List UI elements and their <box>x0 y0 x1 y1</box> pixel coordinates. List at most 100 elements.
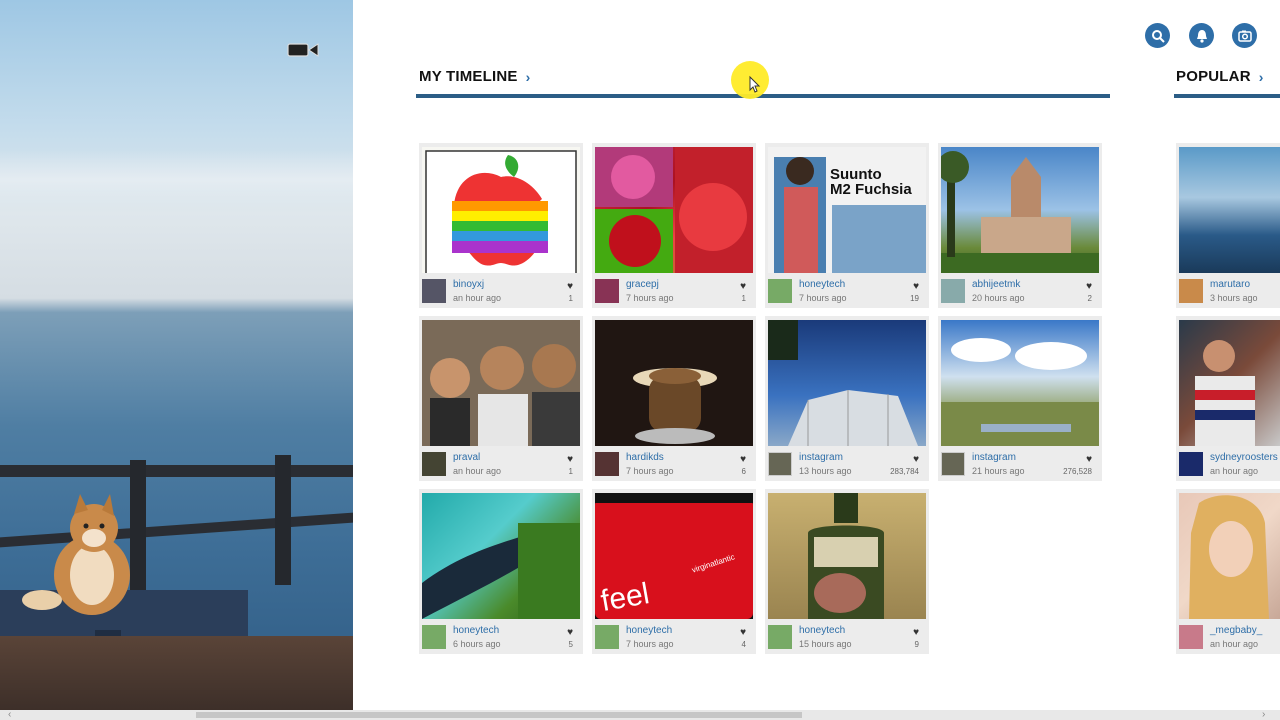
photo-card[interactable]: honeytech 6 hours ago ♥ 5 <box>419 489 583 654</box>
heart-icon[interactable]: ♥ <box>1086 281 1092 292</box>
popular-heading[interactable]: POPULAR › <box>1176 68 1264 85</box>
heart-icon[interactable]: ♥ <box>567 281 573 292</box>
photo-flowers[interactable] <box>595 147 753 273</box>
scroll-left-arrow[interactable]: ‹ <box>8 709 11 720</box>
camera-button[interactable] <box>1232 23 1257 48</box>
instagram-avatar[interactable] <box>941 452 965 476</box>
photo-red-bag[interactable]: virginatlantic feel <box>595 493 753 619</box>
scroll-right-arrow[interactable]: › <box>1262 709 1265 720</box>
cursor-highlight <box>731 61 769 99</box>
photo-grass-feet[interactable] <box>422 493 580 619</box>
search-button[interactable] <box>1145 23 1170 48</box>
heart-icon[interactable]: ♥ <box>740 627 746 638</box>
heart-icon[interactable]: ♥ <box>913 454 919 465</box>
heart-icon[interactable]: ♥ <box>913 281 919 292</box>
card-username[interactable]: marutaro <box>1210 279 1250 290</box>
photo-rugby[interactable] <box>1179 320 1280 446</box>
photo-apple-drawing[interactable] <box>422 147 580 273</box>
avatar[interactable] <box>1179 279 1203 303</box>
avatar[interactable] <box>595 279 619 303</box>
photo-card[interactable]: gracepj 7 hours ago ♥ 1 <box>592 143 756 308</box>
avatar[interactable] <box>768 279 792 303</box>
card-timestamp: an hour ago <box>1210 466 1259 476</box>
like-count: 1 <box>568 467 573 476</box>
popular-card[interactable]: _megbaby_ an hour ago <box>1176 489 1280 654</box>
hero-clouds <box>0 150 353 210</box>
avatar[interactable] <box>595 452 619 476</box>
photo-card[interactable]: Suunto M2 Fuchsia honeytech 7 hours ago … <box>765 143 929 308</box>
card-username[interactable]: _megbaby_ <box>1210 625 1262 636</box>
card-username[interactable]: instagram <box>972 452 1016 463</box>
my-timeline-title: MY TIMELINE <box>419 68 518 85</box>
photo-selfie-group[interactable] <box>422 320 580 446</box>
instagram-avatar[interactable] <box>768 452 792 476</box>
photo-card[interactable]: virginatlantic feel honeytech 7 hours ag… <box>592 489 756 654</box>
card-timestamp: 20 hours ago <box>972 293 1025 303</box>
photo-dessert[interactable] <box>595 320 753 446</box>
card-username[interactable]: binoyxj <box>453 279 484 290</box>
heart-icon[interactable]: ♥ <box>740 454 746 465</box>
card-timestamp: 7 hours ago <box>799 293 847 303</box>
avatar[interactable] <box>768 625 792 649</box>
photo-suunto-ad[interactable]: Suunto M2 Fuchsia <box>768 147 926 273</box>
card-timestamp: an hour ago <box>453 293 502 303</box>
photo-card[interactable]: instagram 13 hours ago ♥ 283,784 <box>765 316 929 481</box>
photo-card[interactable]: honeytech 15 hours ago ♥ 9 <box>765 489 929 654</box>
card-username[interactable]: hardikds <box>626 452 664 463</box>
card-username[interactable]: gracepj <box>626 279 659 290</box>
like-count: 6 <box>741 467 746 476</box>
card-username[interactable]: honeytech <box>799 625 845 636</box>
card-username[interactable]: honeytech <box>626 625 672 636</box>
fence-rail-top <box>0 465 353 477</box>
like-count: 1 <box>741 294 746 303</box>
bell-icon <box>1196 29 1207 43</box>
photo-card[interactable]: instagram 21 hours ago ♥ 276,528 <box>938 316 1102 481</box>
avatar[interactable] <box>1179 625 1203 649</box>
video-camera-icon[interactable] <box>287 42 319 58</box>
photo-bottle[interactable] <box>768 493 926 619</box>
notifications-button[interactable] <box>1189 23 1214 48</box>
wooden-deck <box>0 636 353 710</box>
avatar[interactable] <box>422 452 446 476</box>
avatar[interactable] <box>422 625 446 649</box>
photo-portrait[interactable] <box>1179 493 1280 619</box>
card-username[interactable]: honeytech <box>453 625 499 636</box>
photo-temple[interactable] <box>941 147 1099 273</box>
avatar[interactable] <box>595 625 619 649</box>
photo-landscape[interactable] <box>941 320 1099 446</box>
search-icon <box>1151 29 1165 43</box>
avatar[interactable] <box>1179 452 1203 476</box>
photo-structure[interactable] <box>768 320 926 446</box>
photo-sea[interactable] <box>1179 147 1280 273</box>
card-timestamp: 7 hours ago <box>626 466 674 476</box>
card-username[interactable]: honeytech <box>799 279 845 290</box>
heart-icon[interactable]: ♥ <box>567 627 573 638</box>
card-timestamp: 13 hours ago <box>799 466 852 476</box>
shiba-dog <box>22 494 130 615</box>
popular-underline <box>1174 94 1280 98</box>
mouse-pointer-icon <box>749 75 761 93</box>
heart-icon[interactable]: ♥ <box>1086 454 1092 465</box>
like-count: 276,528 <box>1063 467 1092 476</box>
card-username[interactable]: instagram <box>799 452 843 463</box>
photo-card[interactable]: praval an hour ago ♥ 1 <box>419 316 583 481</box>
card-username[interactable]: abhijeetmk <box>972 279 1020 290</box>
photo-card[interactable]: abhijeetmk 20 hours ago ♥ 2 <box>938 143 1102 308</box>
popular-card[interactable]: marutaro 3 hours ago <box>1176 143 1280 308</box>
photo-card[interactable]: hardikds 7 hours ago ♥ 6 <box>592 316 756 481</box>
photo-card[interactable]: binoyxj an hour ago ♥ 1 <box>419 143 583 308</box>
card-timestamp: an hour ago <box>1210 639 1259 649</box>
scrollbar-thumb[interactable] <box>196 712 802 718</box>
heart-icon[interactable]: ♥ <box>567 454 573 465</box>
popular-card[interactable]: sydneyroosters an hour ago <box>1176 316 1280 481</box>
heart-icon[interactable]: ♥ <box>913 627 919 638</box>
my-timeline-heading[interactable]: MY TIMELINE › <box>419 68 530 85</box>
heart-icon[interactable]: ♥ <box>740 281 746 292</box>
card-timestamp: 7 hours ago <box>626 293 674 303</box>
chevron-right-icon: › <box>525 68 531 85</box>
card-timestamp: 7 hours ago <box>626 639 674 649</box>
avatar[interactable] <box>422 279 446 303</box>
card-username[interactable]: sydneyroosters <box>1210 452 1278 463</box>
avatar[interactable] <box>941 279 965 303</box>
card-username[interactable]: praval <box>453 452 480 463</box>
